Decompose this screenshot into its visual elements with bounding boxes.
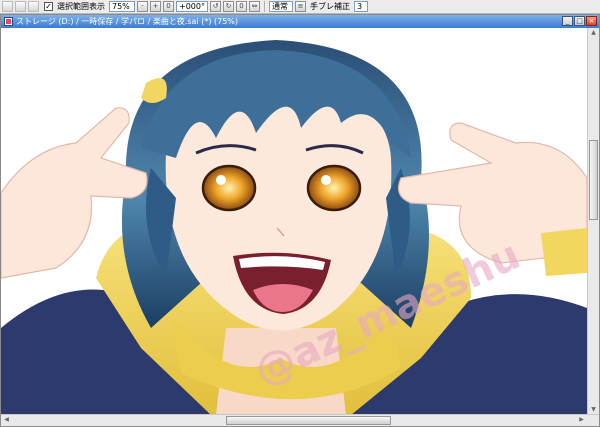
illustration: @az_maeshu xyxy=(1,40,587,415)
stabilizer-select[interactable]: 3 xyxy=(354,1,368,12)
stabilizer-icon: ≡ xyxy=(295,1,306,12)
toolbar-separator xyxy=(264,1,265,12)
scroll-up-arrow[interactable]: ▲ xyxy=(588,28,599,38)
scroll-right-arrow[interactable]: ▶ xyxy=(576,415,587,425)
minimize-button[interactable]: _ xyxy=(562,16,573,26)
document-title: ストレージ (D:) / 一時保存 / 学パロ / 楽曲と夜.sai (*) (… xyxy=(16,17,239,26)
show-selection-label: 選択範囲表示 xyxy=(57,2,105,11)
eye-highlight xyxy=(321,175,331,185)
horizontal-scroll-thumb[interactable] xyxy=(226,416,391,425)
maximize-button[interactable]: □ xyxy=(574,16,585,26)
stabilizer-label: 手ブレ補正 xyxy=(310,2,350,11)
document-window: ストレージ (D:) / 一時保存 / 学パロ / 楽曲と夜.sai (*) (… xyxy=(0,14,600,427)
left-eye xyxy=(201,164,257,212)
zoom-reset-button[interactable]: 0 xyxy=(163,1,174,12)
zoom-field[interactable]: 75% xyxy=(109,1,135,12)
zoom-in-button[interactable]: + xyxy=(150,1,161,12)
eye-highlight xyxy=(216,175,226,185)
redo-button[interactable] xyxy=(15,1,26,12)
rotate-cw-button[interactable]: ↻ xyxy=(223,1,234,12)
app-icon xyxy=(4,17,13,26)
drawing-canvas[interactable]: @az_maeshu xyxy=(1,28,587,415)
rotation-field[interactable]: +000° xyxy=(176,1,208,12)
blend-mode-select[interactable]: 通常 xyxy=(269,1,293,12)
scroll-left-arrow[interactable]: ◀ xyxy=(1,415,12,425)
deselect-button[interactable] xyxy=(28,1,39,12)
toolbar: ✓ 選択範囲表示 75% - + 0 +000° ↺ ↻ 0 ⇔ 通常 ≡ 手ブ… xyxy=(0,0,600,14)
horizontal-scrollbar[interactable]: ◀ ▶ xyxy=(1,414,599,426)
zoom-out-button[interactable]: - xyxy=(137,1,148,12)
right-eye xyxy=(306,164,362,212)
vertical-scroll-thumb[interactable] xyxy=(589,140,598,220)
rotate-ccw-button[interactable]: ↺ xyxy=(210,1,221,12)
undo-button[interactable] xyxy=(2,1,13,12)
window-controls: _ □ × xyxy=(562,16,597,26)
rotation-reset-button[interactable]: 0 xyxy=(236,1,247,12)
sleeve-cuff xyxy=(541,228,587,276)
close-button[interactable]: × xyxy=(586,16,597,26)
flip-horizontal-button[interactable]: ⇔ xyxy=(249,1,260,12)
hair-ribbon xyxy=(141,78,167,103)
vertical-scrollbar[interactable]: ▲ ▼ xyxy=(587,28,599,415)
show-selection-checkbox[interactable]: ✓ xyxy=(44,2,53,11)
document-titlebar[interactable]: ストレージ (D:) / 一時保存 / 学パロ / 楽曲と夜.sai (*) (… xyxy=(1,15,599,28)
